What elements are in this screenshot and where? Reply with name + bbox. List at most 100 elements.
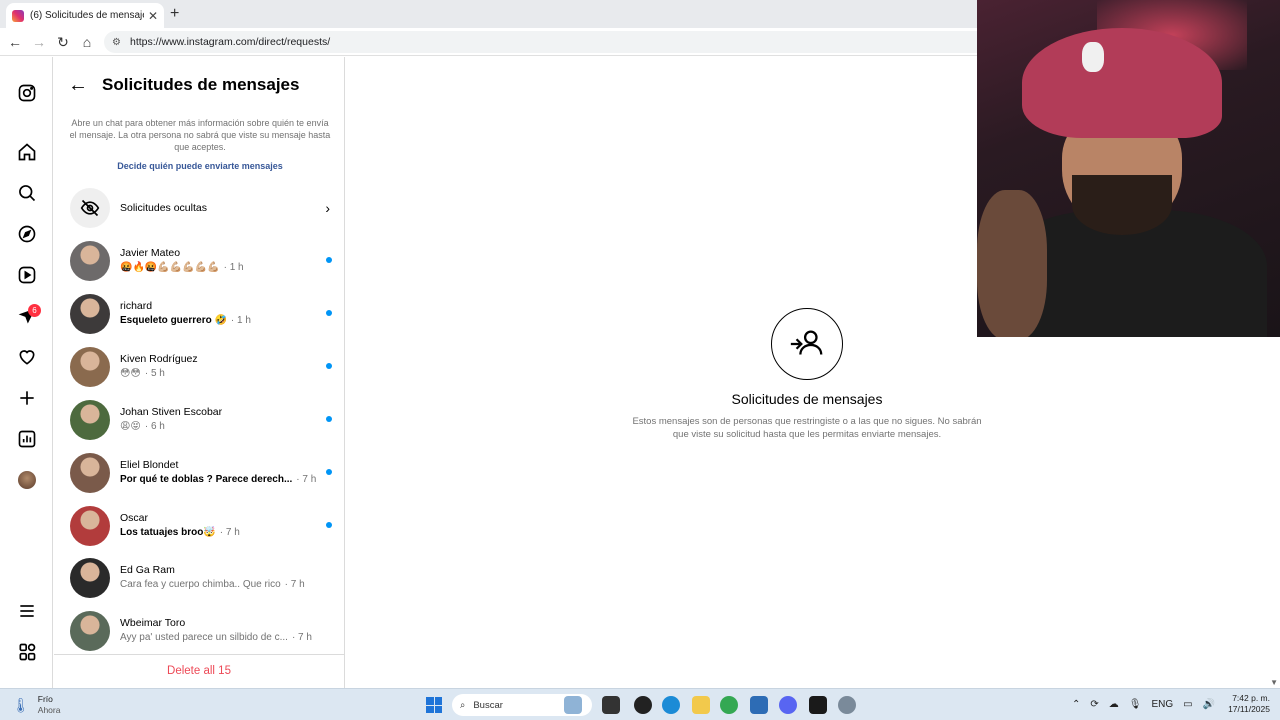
empty-state-description: Estos mensajes son de personas que restr… [632,416,982,440]
request-time: · 5 h [144,367,165,379]
request-row[interactable]: Eliel Blondet Por qué te doblas ? Parece … [70,449,332,497]
volume-icon[interactable]: 🔊 [1203,699,1215,710]
request-row[interactable]: Javier Mateo 🤬🔥🤬💪🏼💪🏼💪🏼💪🏼💪🏼 · 1 h [70,237,332,285]
request-message: Esqueleto guerrero 🤣 [120,314,227,326]
thermometer-icon: 🌡 [12,696,30,713]
request-avatar [70,399,110,440]
forward-icon[interactable]: → [30,33,48,51]
messages-badge: 6 [28,304,41,317]
create-icon[interactable] [16,387,38,409]
chevron-right-icon: › [325,200,330,216]
request-preview: 😩😝 · 6 h [120,419,320,435]
request-row[interactable]: Johan Stiven Escobar 😩😝 · 6 h [70,396,332,444]
request-row[interactable]: richard Esqueleto guerrero 🤣 · 1 h [70,290,332,338]
request-row[interactable]: Oscar Los tatuajes broo🤯 · 7 h [70,502,332,550]
search-icon[interactable] [16,182,38,204]
webcam-cap-patch [1082,42,1104,72]
chrome-icon[interactable] [720,696,738,714]
scroll-down-icon[interactable]: ▼ [1270,678,1278,687]
request-message: Ayy pa' usted parece un silbido de c... [120,632,288,644]
discord-icon[interactable] [779,696,797,714]
reload-icon[interactable]: ↻ [54,33,72,51]
request-time: · 7 h [284,579,305,591]
instagram-logo-icon[interactable] [16,82,38,104]
request-time: · 7 h [296,473,317,485]
close-tab-icon[interactable]: ✕ [148,9,158,23]
request-avatar [70,293,110,334]
cloud-icon[interactable]: ☁ [1109,699,1119,710]
unread-dot [326,521,332,528]
request-row[interactable]: Ed Ga Ram Cara fea y cuerpo chimba.. Que … [70,554,330,602]
back-arrow-icon[interactable]: ← [68,75,88,95]
message-requests-panel: ← Solicitudes de mensajes Abre un chat p… [54,57,345,688]
sync-icon[interactable]: ⟳ [1090,699,1098,710]
weather-widget[interactable]: 🌡 Frío Ahora [12,694,60,716]
back-icon[interactable]: ← [6,33,24,51]
chevron-up-icon[interactable]: ⌃ [1072,699,1080,710]
new-tab-button[interactable]: + [170,5,179,23]
empty-state-title: Solicitudes de mensajes [731,391,883,407]
home-icon[interactable] [16,141,38,163]
edge-icon[interactable] [662,696,680,714]
taskbar-search-placeholder: Buscar [473,699,503,711]
request-text: Oscar Los tatuajes broo🤯 · 7 h [120,511,320,541]
request-message: 😩😝 [120,420,141,432]
site-info-icon[interactable]: ⚙ [112,37,124,48]
explore-icon[interactable] [16,223,38,245]
system-tray: ⌃ ⟳ ☁ 🎙 ENG ▭ 🔊 7:42 p. m. 17/11/2025 [1067,693,1270,715]
store-icon[interactable] [750,696,768,714]
request-time: · 7 h [219,526,240,538]
request-text: richard Esqueleto guerrero 🤣 · 1 h [120,299,320,329]
who-can-message-link[interactable]: Decide quién puede enviarte mensajes [68,161,332,171]
request-message: 🤬🔥🤬💪🏼💪🏼💪🏼💪🏼💪🏼 [120,262,220,273]
task-view-icon[interactable] [602,696,620,714]
request-avatar [70,452,110,493]
epic-games-icon[interactable] [809,696,827,714]
webcam-person-cap [1022,28,1222,138]
request-message: Los tatuajes broo🤯 [120,526,216,538]
request-name: Johan Stiven Escobar [120,405,223,418]
panel-description: Abre un chat para obtener más informació… [69,118,331,152]
hidden-requests-label: Solicitudes ocultas [120,202,207,214]
request-preview: Esqueleto guerrero 🤣 · 1 h [120,313,320,329]
hidden-requests-row[interactable]: Solicitudes ocultas › [70,188,330,228]
reels-icon[interactable] [16,264,38,286]
language-indicator[interactable]: ENG [1152,699,1174,710]
clock[interactable]: 7:42 p. m. 17/11/2025 [1228,693,1270,715]
request-avatar [70,241,110,281]
request-avatar [70,346,110,387]
request-preview: Los tatuajes broo🤯 · 7 h [120,525,320,541]
windows-start-icon[interactable] [426,697,442,713]
url-text: https://www.instagram.com/direct/request… [130,36,331,48]
file-explorer-icon[interactable] [692,696,710,714]
dashboard-icon[interactable] [16,428,38,450]
request-row[interactable]: Kiven Rodríguez 😳😳 · 5 h [70,343,332,391]
request-preview: Por qué te doblas ? Parece derech... · 7 … [120,472,320,488]
heart-icon[interactable] [16,346,38,368]
home-browser-icon[interactable]: ⌂ [78,33,96,51]
webcam-overlay [977,0,1280,337]
obs-icon[interactable] [634,696,652,714]
request-name: Ed Ga Ram [120,564,175,577]
request-name: Oscar [120,511,149,524]
menu-icon[interactable] [16,600,38,622]
request-time: · 1 h [230,314,251,326]
settings-icon[interactable] [838,696,856,714]
weather-subtitle: Ahora [37,705,61,715]
delete-all-button[interactable]: Delete all 15 [54,654,344,688]
weather-title: Frío [37,694,53,704]
profile-avatar[interactable] [18,471,36,489]
request-message: Por qué te doblas ? Parece derech... [120,473,293,485]
instagram-nav-rail: 6 [0,57,53,688]
request-text: Wbeimar Toro Ayy pa' usted parece un silb… [120,616,320,646]
request-row[interactable]: Wbeimar Toro Ayy pa' usted parece un silb… [70,607,330,655]
microphone-icon[interactable]: 🎙 [1129,699,1142,710]
more-icon[interactable] [16,641,38,663]
browser-tab[interactable]: (6) Solicitudes de mensajes • M ✕ [6,3,164,28]
clock-time: 7:42 p. m. [1232,693,1270,703]
webcam-person-arm [977,190,1047,337]
panel-title: Solicitudes de mensajes [102,75,300,94]
search-icon: ⌕ [460,699,466,711]
request-name: Javier Mateo [120,247,181,259]
network-icon[interactable]: ▭ [1183,699,1192,710]
